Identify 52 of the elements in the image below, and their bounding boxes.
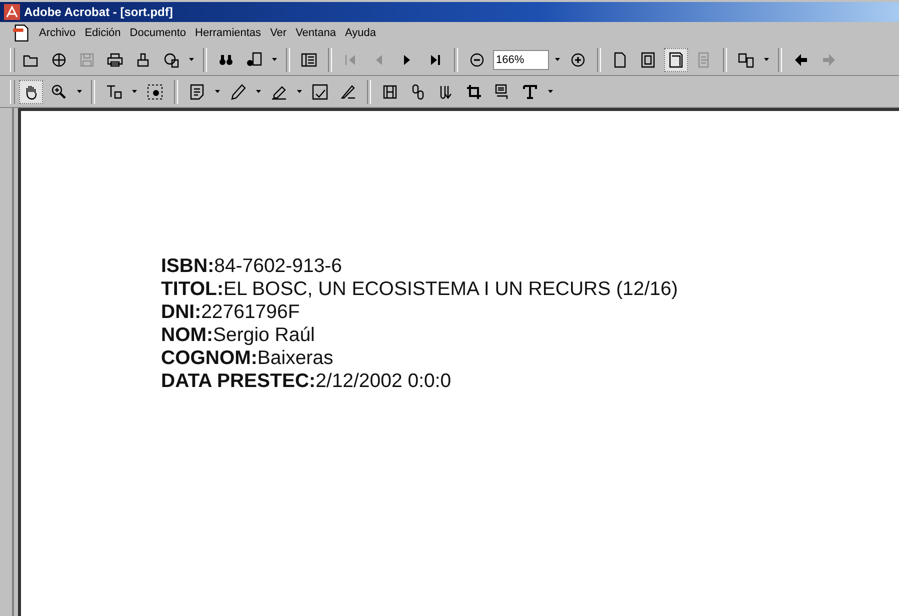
note-icon bbox=[189, 84, 205, 100]
caret-icon[interactable] bbox=[256, 90, 261, 93]
spell-check-icon bbox=[312, 84, 328, 100]
menu-item[interactable]: Ayuda bbox=[344, 27, 376, 39]
page-icon bbox=[612, 52, 628, 68]
field-line: ISBN:84-7602-913-6 bbox=[161, 255, 344, 278]
chain-link-icon bbox=[410, 84, 426, 100]
field-line: DATA PRESTEC:2/12/2002 0:0:0 bbox=[161, 370, 452, 393]
caret-icon[interactable] bbox=[555, 58, 560, 61]
caret-icon[interactable] bbox=[548, 90, 553, 93]
menu-item[interactable]: Herramientas bbox=[195, 27, 262, 39]
field-line: TITOL:EL BOSC, UN ECOSISTEMA I UN RECURS (12/16) bbox=[161, 278, 679, 301]
document-menu-icon[interactable] bbox=[12, 24, 30, 42]
magnifier-icon bbox=[51, 84, 67, 100]
text-tool-icon bbox=[522, 84, 538, 100]
signature-icon bbox=[340, 84, 356, 100]
caret-icon[interactable] bbox=[77, 90, 82, 93]
menu-item[interactable]: Ventana bbox=[296, 27, 336, 39]
printer-icon bbox=[107, 52, 123, 68]
window-title: Adobe Acrobat - [sort.pdf] bbox=[24, 5, 173, 19]
toolbar-button[interactable] bbox=[19, 80, 43, 104]
graphic-select-icon bbox=[147, 84, 163, 100]
field-line: DNI:22761796F bbox=[161, 301, 301, 324]
caret-icon[interactable] bbox=[764, 58, 769, 61]
field-line: COGNOM:Baixeras bbox=[161, 347, 334, 370]
caret-icon[interactable] bbox=[189, 58, 194, 61]
caret-icon[interactable] bbox=[272, 58, 277, 61]
zoom-in-icon bbox=[570, 52, 586, 68]
menu-item[interactable]: Documento bbox=[130, 27, 186, 39]
crop-icon bbox=[466, 84, 482, 100]
fit-page-icon bbox=[640, 52, 656, 68]
forward-arrow-icon bbox=[821, 52, 837, 68]
caret-icon[interactable] bbox=[297, 90, 302, 93]
text-select-icon bbox=[106, 84, 122, 100]
field-line: NOM:Sergio Raúl bbox=[161, 324, 316, 347]
film-icon bbox=[382, 84, 398, 100]
menu-item[interactable]: Edición bbox=[84, 27, 121, 39]
toolbar-button[interactable] bbox=[664, 48, 688, 72]
panel-icon bbox=[301, 52, 317, 68]
menu-item[interactable]: Archivo bbox=[39, 27, 76, 39]
pencil-icon bbox=[230, 84, 246, 100]
stamp-icon bbox=[135, 52, 151, 68]
back-arrow-icon bbox=[793, 52, 809, 68]
app-logo-icon bbox=[4, 4, 20, 20]
globe-icon bbox=[51, 52, 67, 68]
menu-item[interactable]: Ver bbox=[270, 27, 287, 39]
caret-icon[interactable] bbox=[132, 90, 137, 93]
highlighter-icon bbox=[271, 84, 287, 100]
fit-width-icon bbox=[668, 52, 684, 68]
zoom-out-icon bbox=[469, 52, 485, 68]
caret-icon[interactable] bbox=[215, 90, 220, 93]
zoom-field[interactable]: 166% bbox=[493, 50, 549, 70]
